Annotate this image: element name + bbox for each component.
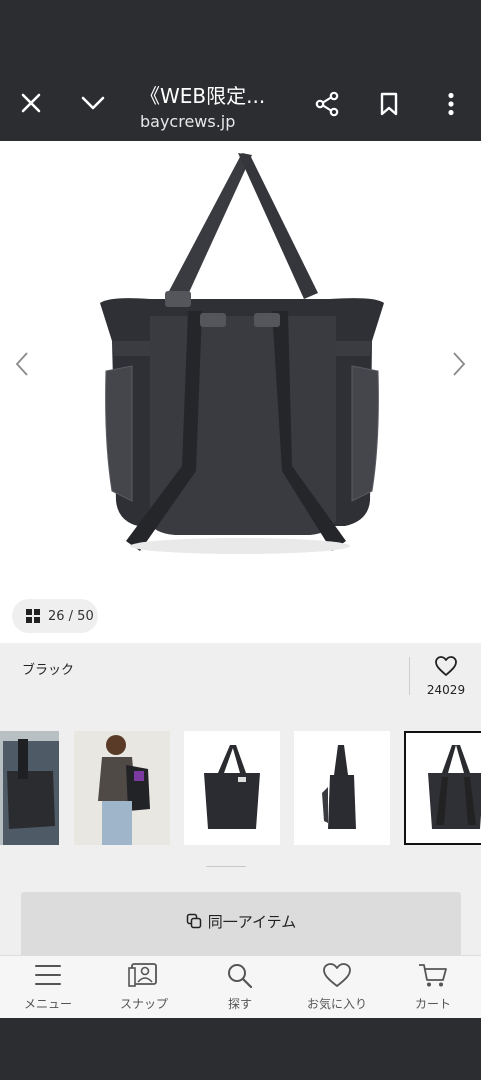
action-sheet: 同一アイテム	[0, 867, 481, 958]
cart-icon	[419, 964, 447, 987]
heart-icon	[323, 963, 351, 987]
thumbnail-4[interactable]	[294, 731, 390, 845]
thumbnail-5-selected[interactable]	[404, 731, 481, 845]
next-image-arrow[interactable]	[447, 349, 471, 379]
search-icon	[228, 964, 253, 989]
heart-icon	[435, 656, 457, 676]
thumbnail-strip[interactable]	[0, 707, 481, 867]
divider	[409, 657, 410, 695]
close-icon[interactable]	[16, 88, 46, 118]
nav-menu[interactable]: メニュー	[0, 962, 96, 1012]
share-icon[interactable]	[312, 89, 342, 119]
browser-top-bar: 《WEB限定... baycrews.jp	[0, 0, 481, 141]
same-item-label: 同一アイテム	[207, 912, 297, 931]
image-counter[interactable]: 26 / 50	[12, 599, 98, 633]
page-url: baycrews.jp	[140, 112, 236, 131]
previous-image-arrow[interactable]	[10, 349, 34, 379]
nav-menu-label: メニュー	[23, 997, 72, 1011]
more-options-icon[interactable]	[436, 89, 466, 119]
same-item-button[interactable]: 同一アイテム	[21, 892, 461, 958]
thumbnail-1[interactable]	[0, 731, 59, 845]
bottom-navigation: メニュー スナップ 探す お気に入り カート	[0, 955, 481, 1018]
grid-icon	[26, 609, 40, 623]
copy-icon	[186, 913, 201, 929]
nav-search-label: 探す	[227, 997, 252, 1011]
thumbnail-2[interactable]	[74, 731, 170, 845]
nav-search[interactable]: 探す	[192, 962, 288, 1012]
menu-icon	[35, 965, 61, 985]
nav-favorites-label: お気に入り	[306, 997, 367, 1011]
chevron-down-icon[interactable]	[78, 88, 108, 118]
nav-snap-label: スナップ	[119, 997, 168, 1011]
bookmark-icon[interactable]	[374, 89, 404, 119]
color-name: ブラック	[22, 663, 75, 678]
nav-snap[interactable]: スナップ	[96, 962, 192, 1012]
nav-cart-label: カート	[414, 997, 451, 1011]
thumbnail-3[interactable]	[184, 731, 280, 845]
system-navigation-bar	[0, 1018, 481, 1080]
page-title: 《WEB限定...	[140, 84, 266, 108]
product-image-carousel[interactable]: 26 / 50	[0, 141, 481, 643]
image-counter-text: 26 / 50	[48, 608, 94, 624]
snap-icon	[128, 963, 157, 987]
favorite-button[interactable]: 24029	[420, 655, 472, 697]
favorite-count: 24029	[426, 683, 466, 697]
color-favorite-row: ブラック 24029	[0, 643, 481, 707]
nav-favorites[interactable]: お気に入り	[289, 962, 385, 1012]
product-image	[100, 153, 384, 554]
nav-cart[interactable]: カート	[385, 962, 481, 1012]
